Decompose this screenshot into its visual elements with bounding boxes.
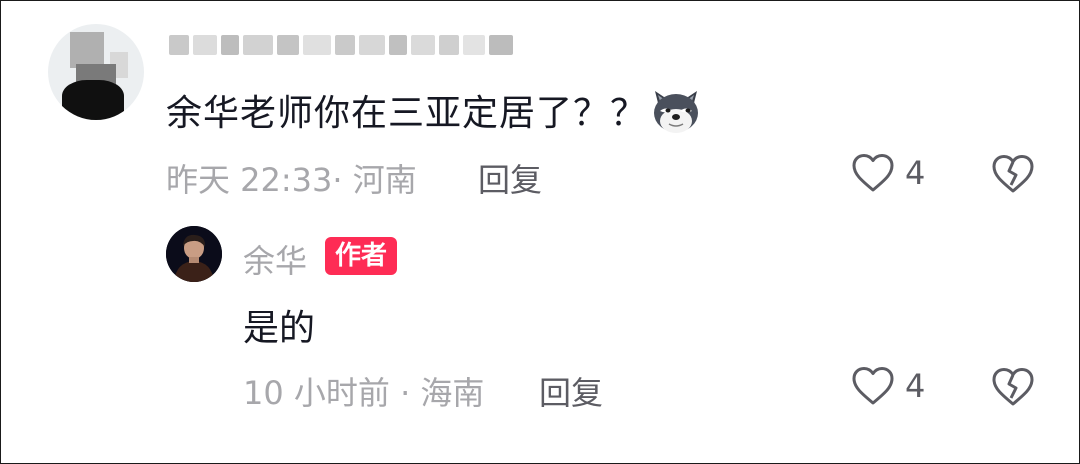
comment-panel: 余华老师你在三亚定居了？？ 昨天 22:33· 河南 回复 4 余华 作者 是的… [0,0,1080,464]
author-avatar[interactable] [166,226,222,282]
comment-reply-button[interactable]: 回复 [478,155,542,201]
heart-outline-icon [852,154,894,192]
commenter-username-blurred[interactable] [169,31,513,59]
author-badge: 作者 [325,237,398,275]
author-name[interactable]: 余华 [243,236,307,282]
reply-dislike-button[interactable] [991,367,1035,407]
reply-like-button[interactable]: 4 [851,366,925,406]
comment-text: 余华老师你在三亚定居了？？ [166,93,648,134]
reply-time-location: 10 小时前 · 海南 [243,374,485,412]
reply-reply-button[interactable]: 回复 [539,368,603,414]
comment-text-row: 余华老师你在三亚定居了？？ [166,83,703,137]
comment-like-count: 4 [905,154,926,192]
commenter-avatar-blurred[interactable] [48,24,144,120]
comment-like-button[interactable]: 4 [851,153,925,193]
heart-outline-icon [852,367,894,405]
reply-text: 是的 [243,308,316,349]
comment-dislike-button[interactable] [991,154,1035,194]
reply-like-count: 4 [905,367,926,405]
doge-wolf-emoji-icon [654,91,699,133]
comment-time-location: 昨天 22:33· 河南 [166,161,417,199]
